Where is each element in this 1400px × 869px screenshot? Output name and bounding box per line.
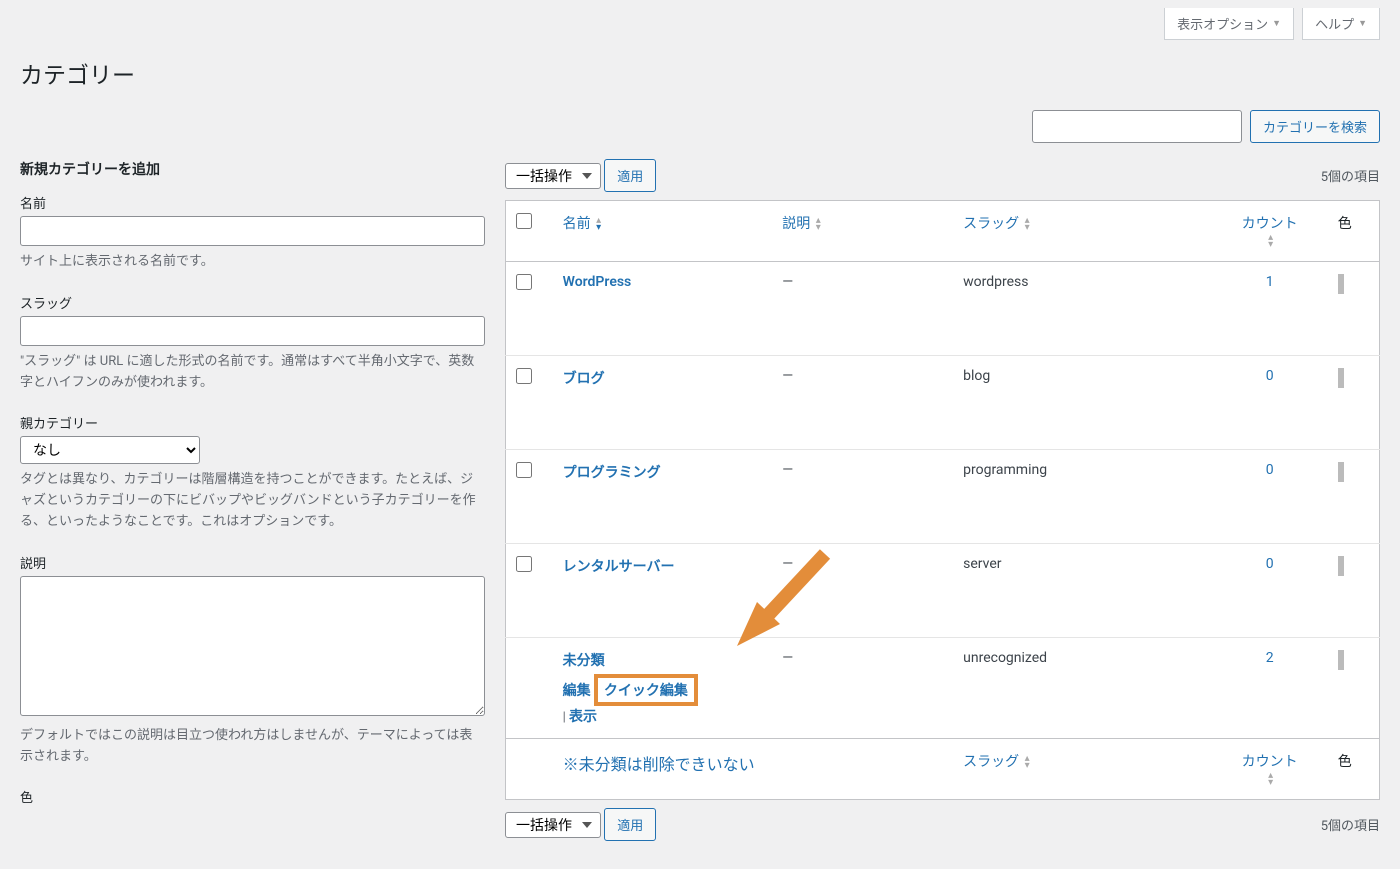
row-count-link[interactable]: 2 [1266, 650, 1274, 666]
apply-button-bottom[interactable]: 適用 [604, 808, 656, 841]
row-name-link[interactable]: WordPress [563, 274, 632, 290]
name-desc: サイト上に表示される名前です。 [20, 252, 485, 273]
row-description: — [772, 638, 953, 739]
row-slug: server [953, 544, 1211, 638]
view-link[interactable]: 表示 [569, 709, 597, 725]
parent-label: 親カテゴリー [20, 413, 485, 432]
sort-icon: ▴▾ [816, 217, 821, 231]
name-label: 名前 [20, 193, 485, 212]
color-swatch [1338, 368, 1344, 388]
parent-desc: タグとは異なり、カテゴリーは階層構造を持つことができます。たとえば、ジャズという… [20, 470, 485, 532]
select-all-checkbox-top[interactable] [516, 213, 532, 229]
color-label: 色 [20, 787, 485, 806]
row-name-link[interactable]: 未分類 [563, 653, 605, 669]
help-label: ヘルプ [1315, 14, 1354, 33]
sort-icon: ▴▾ [1025, 217, 1030, 231]
display-options-label: 表示オプション [1177, 14, 1268, 33]
row-count-link[interactable]: 0 [1266, 368, 1274, 384]
row-slug: unrecognized [953, 638, 1211, 739]
footer-note: ※未分類は削除できいない [553, 739, 773, 800]
parent-select[interactable]: なし [20, 436, 200, 464]
slug-desc: "スラッグ" は URL に適した形式の名前です。通常はすべて半角小文字で、英数… [20, 352, 485, 394]
row-count-link[interactable]: 0 [1266, 462, 1274, 478]
column-slug-footer[interactable]: スラッグ ▴▾ [953, 739, 1211, 800]
search-input[interactable] [1032, 110, 1242, 143]
bulk-action-select-top[interactable]: 一括操作 [505, 163, 601, 189]
row-name-link[interactable]: ブログ [563, 371, 605, 387]
quick-edit-link[interactable]: クイック編集 [604, 683, 688, 699]
row-count-link[interactable]: 1 [1266, 274, 1274, 290]
slug-label: スラッグ [20, 293, 485, 312]
description-desc: デフォルトではこの説明は目立つ使われ方はしませんが、テーマによっては表示されます… [20, 726, 485, 768]
table-row: プログラミング —programming 0 [506, 450, 1380, 544]
bulk-action-select-bottom[interactable]: 一括操作 [505, 812, 601, 838]
sort-icon: ▴▾ [1268, 234, 1273, 248]
edit-link[interactable]: 編集 [563, 683, 591, 699]
column-color-footer: 色 [1328, 739, 1380, 800]
row-slug: programming [953, 450, 1211, 544]
row-slug: blog [953, 356, 1211, 450]
color-swatch [1338, 274, 1344, 294]
column-name-header[interactable]: 名前 ▴▾ [553, 201, 773, 262]
color-swatch [1338, 650, 1344, 670]
column-description-header[interactable]: 説明 ▴▾ [772, 201, 953, 262]
name-input[interactable] [20, 216, 485, 246]
chevron-down-icon: ▼ [1358, 18, 1367, 29]
chevron-down-icon: ▼ [1272, 18, 1281, 29]
table-row: WordPress —wordpress 1 [506, 262, 1380, 356]
slug-input[interactable] [20, 316, 485, 346]
row-actions: 編集 クイック編集| 表示 [563, 674, 763, 726]
sort-icon: ▴▾ [596, 217, 601, 231]
row-checkbox[interactable] [516, 368, 532, 384]
row-description: — [772, 450, 953, 544]
display-options-tab[interactable]: 表示オプション ▼ [1164, 8, 1294, 40]
description-textarea[interactable] [20, 576, 485, 716]
row-checkbox[interactable] [516, 556, 532, 572]
sort-icon: ▴▾ [1025, 755, 1030, 769]
description-label: 説明 [20, 553, 485, 572]
column-slug-header[interactable]: スラッグ ▴▾ [953, 201, 1211, 262]
column-color-header: 色 [1328, 201, 1380, 262]
row-count-link[interactable]: 0 [1266, 556, 1274, 572]
column-count-footer[interactable]: カウント ▴▾ [1212, 739, 1328, 800]
table-row: 未分類編集 クイック編集| 表示—unrecognized 2 [506, 638, 1380, 739]
row-name-link[interactable]: レンタルサーバー [563, 559, 675, 575]
items-count-bottom: 5個の項目 [1321, 815, 1380, 834]
help-tab[interactable]: ヘルプ ▼ [1302, 8, 1380, 40]
search-button[interactable]: カテゴリーを検索 [1250, 110, 1380, 143]
row-slug: wordpress [953, 262, 1211, 356]
apply-button-top[interactable]: 適用 [604, 159, 656, 192]
row-checkbox[interactable] [516, 274, 532, 290]
color-swatch [1338, 556, 1344, 576]
table-row: ブログ —blog 0 [506, 356, 1380, 450]
sort-icon: ▴▾ [1268, 772, 1273, 786]
add-new-heading: 新規カテゴリーを追加 [20, 159, 485, 179]
categories-table: 名前 ▴▾ 説明 ▴▾ スラッグ ▴▾ カウント ▴▾ 色 [505, 200, 1380, 800]
row-name-link[interactable]: プログラミング [563, 465, 661, 481]
quick-edit-highlight: クイック編集 [594, 674, 698, 706]
table-row: レンタルサーバー —server 0 [506, 544, 1380, 638]
column-count-header[interactable]: カウント ▴▾ [1212, 201, 1328, 262]
row-description: — [772, 356, 953, 450]
items-count-top: 5個の項目 [1321, 166, 1380, 185]
row-description: — [772, 544, 953, 638]
page-title: カテゴリー [20, 56, 1380, 90]
row-checkbox[interactable] [516, 462, 532, 478]
row-description: — [772, 262, 953, 356]
color-swatch [1338, 462, 1344, 482]
